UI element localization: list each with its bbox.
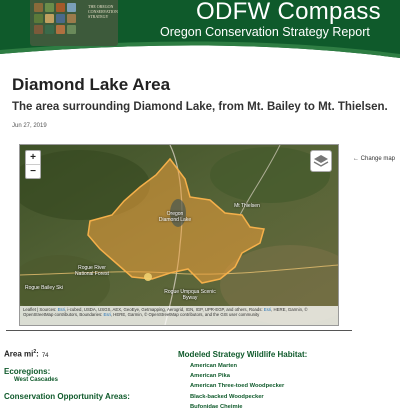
wildlife-list: American Marten American Pika American T… (190, 361, 284, 412)
section-divider (6, 330, 352, 331)
change-map-link[interactable]: ← Change map (353, 156, 395, 162)
map-view[interactable]: + − Oregon Diamond Lake Mt Thielsen Rogu… (19, 144, 339, 326)
map-attribution: Leaflet | Sources: Esri, i-cubed, USDA, … (20, 306, 338, 325)
wildlife-item[interactable]: American Pika (190, 371, 284, 381)
layers-icon (313, 155, 329, 167)
wildlife-item[interactable]: American Marten (190, 361, 284, 371)
app-subtitle: Oregon Conservation Strategy Report (160, 25, 370, 39)
area-stat: Area mi2: 74 (4, 349, 49, 359)
area-value: 74 (41, 352, 49, 359)
map-label-rogue-river: Rogue River National Forest (75, 265, 109, 277)
zoom-out-button[interactable]: − (26, 164, 40, 178)
report-title: Diamond Lake Area (12, 75, 171, 94)
attribution-end: , HERE, Garmin, © OpenStreetMap contribu… (110, 312, 260, 317)
attribution-esri-link-3[interactable]: Esri (104, 312, 111, 317)
ecoregions-label: Ecoregions: (4, 367, 51, 376)
ecoregion-value[interactable]: West Cascades (14, 377, 58, 383)
wildlife-item[interactable]: Black-backed Woodpecker (190, 392, 284, 402)
wildlife-item[interactable]: Bufonidae Cheimie (190, 402, 284, 412)
report-date: Jun 27, 2019 (12, 123, 47, 129)
area-label: Area mi (4, 349, 34, 359)
wildlife-item[interactable]: American Three-toed Woodpecker (190, 381, 284, 391)
wildlife-habitat-title: Modeled Strategy Wildlife Habitat: (178, 350, 308, 359)
logo-text: THE OREGON CONSERVATION STRATEGY (88, 4, 118, 19)
header-banner: THE OREGON CONSERVATION STRATEGY ODFW Co… (0, 0, 400, 66)
area-colon: : (36, 349, 39, 359)
zoom-control: + − (25, 150, 41, 179)
map-label-diamond-lake: Oregon Diamond Lake (158, 211, 192, 223)
map-label-rogue-umpqua: Rogue Umpqua Scenic Byway (164, 289, 216, 301)
layers-button[interactable] (310, 150, 332, 172)
map-label-mt-bailey: Rogue Bailey Ski (24, 285, 64, 291)
map-label-mt-thielsen: Mt Thielsen (234, 203, 260, 209)
zoom-in-button[interactable]: + (26, 151, 40, 164)
oregon-conservation-strategy-logo[interactable]: THE OREGON CONSERVATION STRATEGY (30, 0, 118, 46)
report-description: The area surrounding Diamond Lake, from … (12, 101, 388, 113)
app-title: ODFW Compass (196, 0, 381, 25)
